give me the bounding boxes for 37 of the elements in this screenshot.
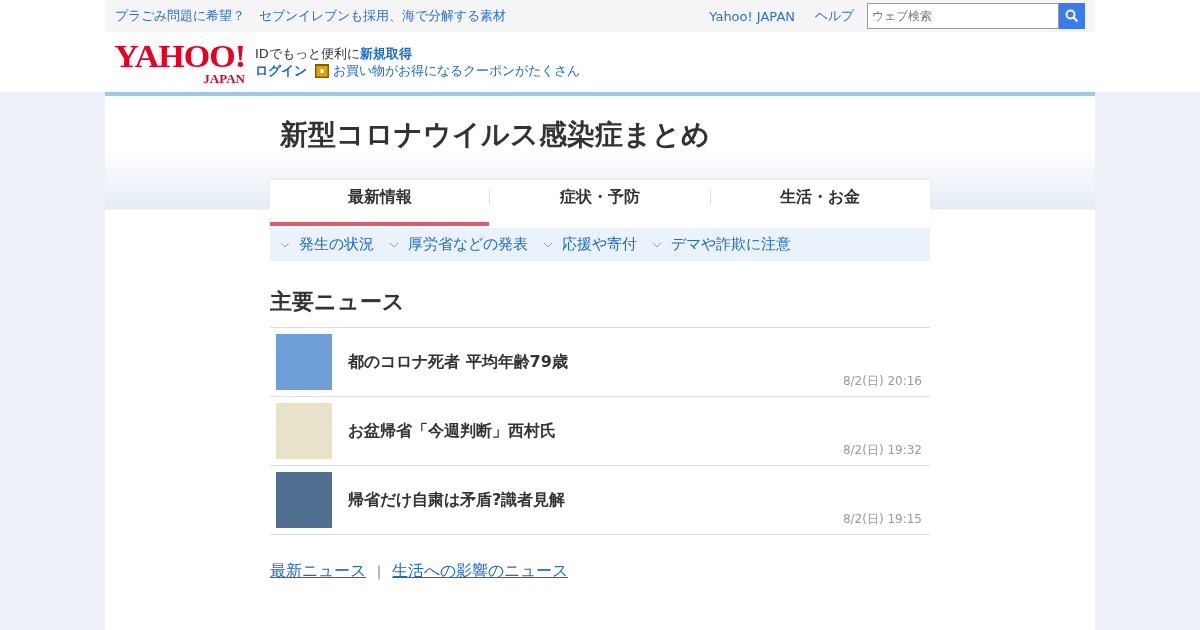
search-field[interactable]: ウェブ検索 [867, 3, 1059, 29]
tab[interactable]: 症状・予防 [490, 180, 710, 226]
anchor-link[interactable]: 厚労省などの発表 [389, 235, 528, 254]
timestamp: 8/2(日) 19:15 [842, 511, 922, 528]
header-link[interactable]: ヘルプ [815, 7, 854, 25]
news-list-link[interactable]: 生活への影響のニュース [392, 561, 568, 582]
login-link[interactable]: ログイン [255, 62, 307, 79]
signup-link[interactable]: 新規取得 [359, 45, 412, 62]
coupon-link[interactable]: お買い物がお得になるクーポンがたくさん [333, 62, 580, 79]
separator-text: ｜ [372, 562, 386, 581]
logo[interactable]: YAHOO! JAPAN [110, 39, 245, 85]
topic-link[interactable]: セブンイレブンも採用、海で分解する素材 [259, 7, 506, 25]
anchor-link[interactable]: 応援や寄付 [543, 235, 637, 254]
search-icon [1065, 9, 1079, 23]
chevron-down-icon [652, 241, 662, 248]
news-headline-link[interactable]: お盆帰省「今週判断」西村氏 [348, 420, 556, 442]
timestamp: 8/2(日) 19:32 [842, 442, 922, 459]
topic-link[interactable]: プラごみ問題に希望？ [115, 7, 245, 25]
chevron-down-icon [389, 241, 399, 248]
search-button[interactable] [1059, 3, 1085, 29]
tab[interactable]: 生活・お金 [710, 180, 930, 226]
tab[interactable]: 最新情報 [270, 180, 490, 226]
chevron-down-icon [543, 241, 553, 248]
news-headline-link[interactable]: 都のコロナ死者 平均年齢79歳 [348, 351, 568, 373]
page-title: 新型コロナウイルス感染症まとめ [279, 117, 711, 153]
photo-placeholder [276, 334, 332, 390]
timestamp: 8/2(日) 20:16 [842, 373, 922, 390]
anchor-link[interactable]: デマや詐欺に注意 [652, 235, 791, 254]
photo-placeholder [276, 472, 332, 528]
photo-placeholder [276, 403, 332, 459]
news-headline-link[interactable]: 帰省だけ自粛は矛盾?識者見解 [348, 489, 566, 511]
chevron-down-icon [280, 241, 290, 248]
id-promo-text: IDでもっと便利に [255, 45, 360, 62]
news-list-link[interactable]: 最新ニュース [270, 561, 366, 582]
section-heading: 主要ニュース [270, 288, 406, 316]
header-link[interactable]: Yahoo! JAPAN [709, 8, 795, 24]
anchor-link[interactable]: 発生の状況 [280, 235, 374, 254]
